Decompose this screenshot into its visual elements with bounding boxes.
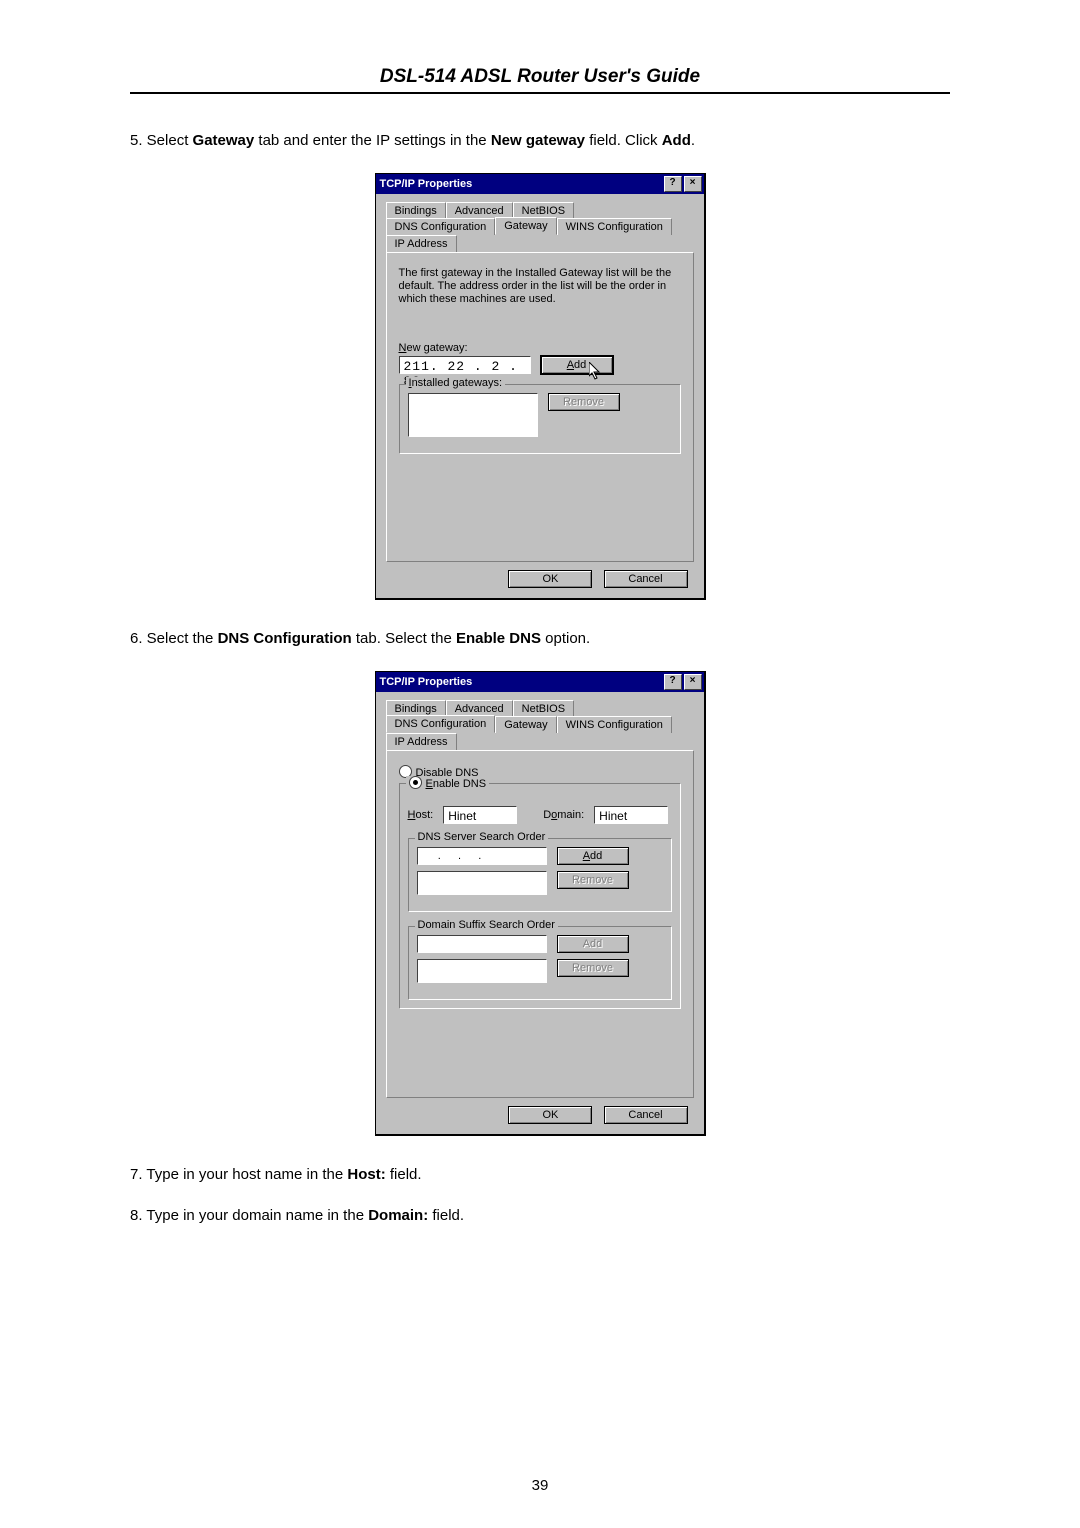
remove-gateway-button[interactable]: Remove	[548, 393, 620, 411]
dialog-title: TCP/IP Properties	[380, 676, 473, 688]
suffix-add-button[interactable]: Add	[557, 935, 629, 953]
page-number: 39	[130, 1477, 950, 1494]
cancel-button[interactable]: Cancel	[604, 1106, 688, 1124]
dns-add-button[interactable]: Add	[557, 847, 629, 865]
new-gateway-input[interactable]: 211. 22 . 2 . 89	[399, 356, 531, 374]
tcpip-dialog-gateway: TCP/IP Properties ? × Bindings Advanced …	[375, 173, 706, 600]
suffix-remove-button[interactable]: Remove	[557, 959, 629, 977]
dns-server-input[interactable]: . . .	[417, 847, 547, 865]
enable-dns-radio[interactable]: Enable DNS	[406, 776, 490, 790]
host-label: Host:	[408, 809, 434, 821]
step6-text: 6. Select the DNS Configuration tab. Sel…	[130, 630, 950, 647]
step7-text: 7. Type in your host name in the Host: f…	[130, 1166, 950, 1183]
close-button[interactable]: ×	[684, 674, 702, 690]
tab-dns-configuration[interactable]: DNS Configuration	[386, 218, 496, 235]
step5-text: 5. Select Gateway tab and enter the IP s…	[130, 132, 950, 149]
gateway-help-text: The first gateway in the Installed Gatew…	[399, 267, 681, 306]
close-button[interactable]: ×	[684, 176, 702, 192]
titlebar[interactable]: TCP/IP Properties ? ×	[376, 174, 704, 194]
tab-wins-configuration[interactable]: WINS Configuration	[557, 716, 672, 733]
page-header: DSL-514 ADSL Router User's Guide	[130, 66, 950, 94]
new-gateway-label: New gateway:	[399, 342, 681, 354]
tcpip-dialog-dns: TCP/IP Properties ? × Bindings Advanced …	[375, 671, 706, 1136]
domain-input[interactable]: Hinet	[594, 806, 668, 824]
ok-button[interactable]: OK	[508, 570, 592, 588]
tab-ip-address[interactable]: IP Address	[386, 235, 457, 252]
domain-suffix-label: Domain Suffix Search Order	[415, 919, 558, 931]
help-button[interactable]: ?	[664, 674, 682, 690]
help-button[interactable]: ?	[664, 176, 682, 192]
dns-server-list[interactable]	[417, 871, 547, 895]
tab-ip-address[interactable]: IP Address	[386, 733, 457, 750]
dns-search-order-label: DNS Server Search Order	[415, 831, 549, 843]
host-input[interactable]: Hinet	[443, 806, 517, 824]
dialog-title: TCP/IP Properties	[380, 178, 473, 190]
step8-text: 8. Type in your domain name in the Domai…	[130, 1207, 950, 1224]
installed-gateways-label: Installed gateways:	[406, 377, 506, 389]
add-gateway-button[interactable]: Add	[541, 356, 613, 374]
tab-bindings[interactable]: Bindings	[386, 202, 446, 219]
tab-gateway[interactable]: Gateway	[495, 217, 556, 235]
tab-gateway[interactable]: Gateway	[495, 716, 556, 733]
titlebar[interactable]: TCP/IP Properties ? ×	[376, 672, 704, 692]
tab-netbios[interactable]: NetBIOS	[513, 700, 574, 717]
installed-gateways-list[interactable]	[408, 393, 538, 437]
domain-suffix-list[interactable]	[417, 959, 547, 983]
domain-label: Domain:	[543, 809, 584, 821]
tab-wins-configuration[interactable]: WINS Configuration	[557, 218, 672, 235]
ok-button[interactable]: OK	[508, 1106, 592, 1124]
tab-dns-configuration[interactable]: DNS Configuration	[386, 715, 496, 733]
cancel-button[interactable]: Cancel	[604, 570, 688, 588]
domain-suffix-input[interactable]	[417, 935, 547, 953]
dns-remove-button[interactable]: Remove	[557, 871, 629, 889]
